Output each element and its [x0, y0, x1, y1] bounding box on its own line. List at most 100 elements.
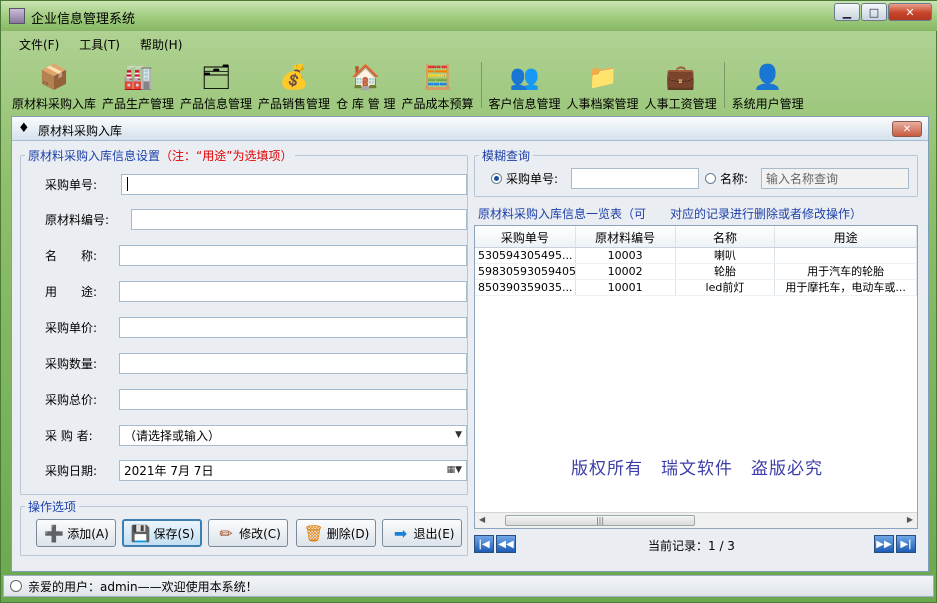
radio-name-dot[interactable]: [705, 173, 716, 184]
toolbar-button-9[interactable]: 👤 系统用户管理: [729, 58, 807, 112]
table-cell[interactable]: 10002: [576, 264, 676, 279]
minimize-button[interactable]: ▁: [834, 3, 860, 21]
col-header-usage[interactable]: 用途: [775, 226, 918, 247]
table-cell[interactable]: 530594305495...: [475, 248, 576, 263]
delete-button[interactable]: 🗑 删除(D): [296, 519, 376, 547]
col-header-material-no[interactable]: 原材料编号: [576, 226, 676, 247]
col-header-order-no[interactable]: 采购单号: [475, 226, 576, 247]
title-bar[interactable]: 企业信息管理系统 ▁ □ ✕: [1, 1, 937, 31]
purchase-info-group-title: 原材料采购入库信息设置: [28, 149, 161, 163]
horizontal-scrollbar[interactable]: ◀ ||| ▶: [475, 512, 917, 528]
save-button[interactable]: 💾 保存(S): [122, 519, 202, 547]
menu-help[interactable]: 帮助(H): [130, 34, 192, 54]
field-label: 采购总价:: [45, 392, 98, 407]
toolbar-label: 产品生产管理: [102, 97, 175, 111]
table-cell[interactable]: 喇叭: [676, 248, 776, 263]
menu-tools[interactable]: 工具(T): [69, 34, 130, 54]
exit-button[interactable]: ➡ 退出(E): [382, 519, 462, 547]
production-icon: 🏭: [123, 63, 153, 91]
field-label: 采购单价:: [45, 320, 98, 335]
fuzzy-search-group: 模糊查询 采购单号: 名称: 输入名称查询: [474, 147, 918, 197]
purchase-info-note: （注：“用途”为选填项）: [160, 149, 293, 163]
records-table[interactable]: 采购单号 原材料编号 名称 用途 530594305495... 10003 喇叭 5…: [474, 225, 918, 529]
operations-group-title: 操作选项: [25, 498, 80, 515]
table-cell[interactable]: [775, 248, 918, 263]
menu-file[interactable]: 文件(F): [9, 34, 69, 54]
table-cell[interactable]: 用于汽车的轮胎: [775, 264, 918, 279]
toolbar-button-1[interactable]: 🏭 产品生产管理: [99, 58, 177, 112]
table-cell[interactable]: led前灯: [676, 280, 776, 295]
buyer-combobox[interactable]: （请选择或输入） ▼: [119, 424, 467, 446]
table-row[interactable]: 530594305495... 10003 喇叭: [475, 248, 918, 264]
order-no-input[interactable]: [121, 173, 467, 195]
field-row-date: 采购日期: 2021年 7月 7日 ▦▼: [45, 459, 467, 481]
next-record-button[interactable]: ▶▶: [874, 535, 894, 553]
child-title-bar[interactable]: ♦ 原材料采购入库 ✕: [12, 117, 928, 141]
purchase-info-group: 原材料采购入库信息设置（注：“用途”为选填项） 采购单号: 原材料编号: 名 称…: [20, 147, 468, 495]
last-record-button[interactable]: ▶|: [896, 535, 916, 553]
edit-button[interactable]: ✏ 修改(C): [208, 519, 288, 547]
col-header-name[interactable]: 名称: [676, 226, 776, 247]
table-header: 采购单号 原材料编号 名称 用途: [475, 226, 918, 248]
table-cell[interactable]: 10003: [576, 248, 676, 263]
toolbar-label: 产品信息管理: [180, 97, 253, 111]
scroll-right-icon[interactable]: ▶: [907, 515, 913, 524]
menu-bar: 文件(F) 工具(T) 帮助(H): [9, 34, 192, 54]
field-label: 采购数量:: [45, 356, 98, 371]
toolbar-button-8[interactable]: 💼 人事工资管理: [642, 58, 720, 112]
toolbar-label: 客户信息管理: [488, 97, 561, 111]
name-input[interactable]: [119, 244, 467, 266]
toolbar-button-3[interactable]: 💰 产品销售管理: [255, 58, 333, 112]
toolbar-button-4[interactable]: 🏠 仓 库 管 理: [333, 58, 398, 112]
close-button[interactable]: ✕: [888, 3, 932, 21]
exit-arrow-icon: ➡: [393, 523, 408, 543]
table-cell[interactable]: 598305930594059: [475, 264, 576, 279]
table-row[interactable]: 850390359035... 10001 led前灯 用于摩托车，电动车或...: [475, 280, 918, 296]
chevron-down-icon[interactable]: ▼: [455, 430, 462, 440]
date-picker[interactable]: 2021年 7月 7日 ▦▼: [119, 459, 467, 481]
hr-archive-icon: 📁: [587, 63, 618, 91]
table-row[interactable]: 598305930594059 10002 轮胎 用于汽车的轮胎: [475, 264, 918, 280]
prev-record-button[interactable]: ◀◀: [496, 535, 516, 553]
first-record-button[interactable]: |◀: [474, 535, 494, 553]
field-row-material-no: 原材料编号:: [45, 208, 467, 230]
add-button[interactable]: ➕ 添加(A): [36, 519, 116, 547]
toolbar-label: 仓 库 管 理: [336, 97, 396, 111]
radio-name[interactable]: 名称:: [705, 170, 748, 187]
child-window-icon: ♦: [18, 121, 30, 136]
toolbar-button-0[interactable]: 📦 原材料采购入库: [9, 58, 99, 112]
toolbar-label: 原材料采购入库: [12, 97, 97, 111]
search-name-input[interactable]: 输入名称查询: [761, 168, 909, 189]
toolbar-button-6[interactable]: 👥 客户信息管理: [486, 58, 564, 112]
maximize-button[interactable]: □: [861, 3, 887, 21]
field-label: 采购单号:: [45, 177, 98, 192]
quantity-input[interactable]: [119, 352, 467, 374]
table-cell[interactable]: 轮胎: [676, 264, 776, 279]
total-price-input[interactable]: [119, 388, 467, 410]
calendar-dropdown-icon[interactable]: ▦▼: [447, 465, 462, 475]
user-status-icon: [10, 580, 22, 592]
table-cell[interactable]: 850390359035...: [475, 280, 576, 295]
child-close-button[interactable]: ✕: [892, 121, 922, 137]
toolbar-button-5[interactable]: 🧮 产品成本预算: [399, 58, 477, 112]
toolbar-button-7[interactable]: 📁 人事档案管理: [564, 58, 642, 112]
unit-price-input[interactable]: [119, 316, 467, 338]
product-info-icon: 🗂: [200, 63, 232, 91]
material-no-input[interactable]: [131, 208, 467, 230]
radio-order-no-dot[interactable]: [491, 173, 502, 184]
toolbar-label: 产品成本预算: [401, 97, 474, 111]
field-label: 名 称:: [45, 248, 98, 263]
search-order-no-input[interactable]: [571, 168, 699, 189]
scroll-left-icon[interactable]: ◀: [479, 515, 485, 524]
toolbar-button-2[interactable]: 🗂 产品信息管理: [177, 58, 255, 112]
table-cell[interactable]: 用于摩托车，电动车或...: [775, 280, 918, 295]
scrollbar-thumb[interactable]: |||: [505, 515, 695, 526]
radio-order-no[interactable]: 采购单号:: [491, 170, 558, 187]
main-window: 企业信息管理系统 ▁ □ ✕ 文件(F) 工具(T) 帮助(H) 📦 原材料采购入…: [0, 0, 937, 603]
table-cell[interactable]: 10001: [576, 280, 676, 295]
button-label: 添加(A): [67, 526, 109, 541]
buyer-value: （请选择或输入）: [124, 428, 221, 443]
date-value: 2021年 7月 7日: [124, 463, 214, 478]
current-record-indicator: 当前记录：1 / 3: [648, 539, 735, 553]
usage-input[interactable]: [119, 280, 467, 302]
